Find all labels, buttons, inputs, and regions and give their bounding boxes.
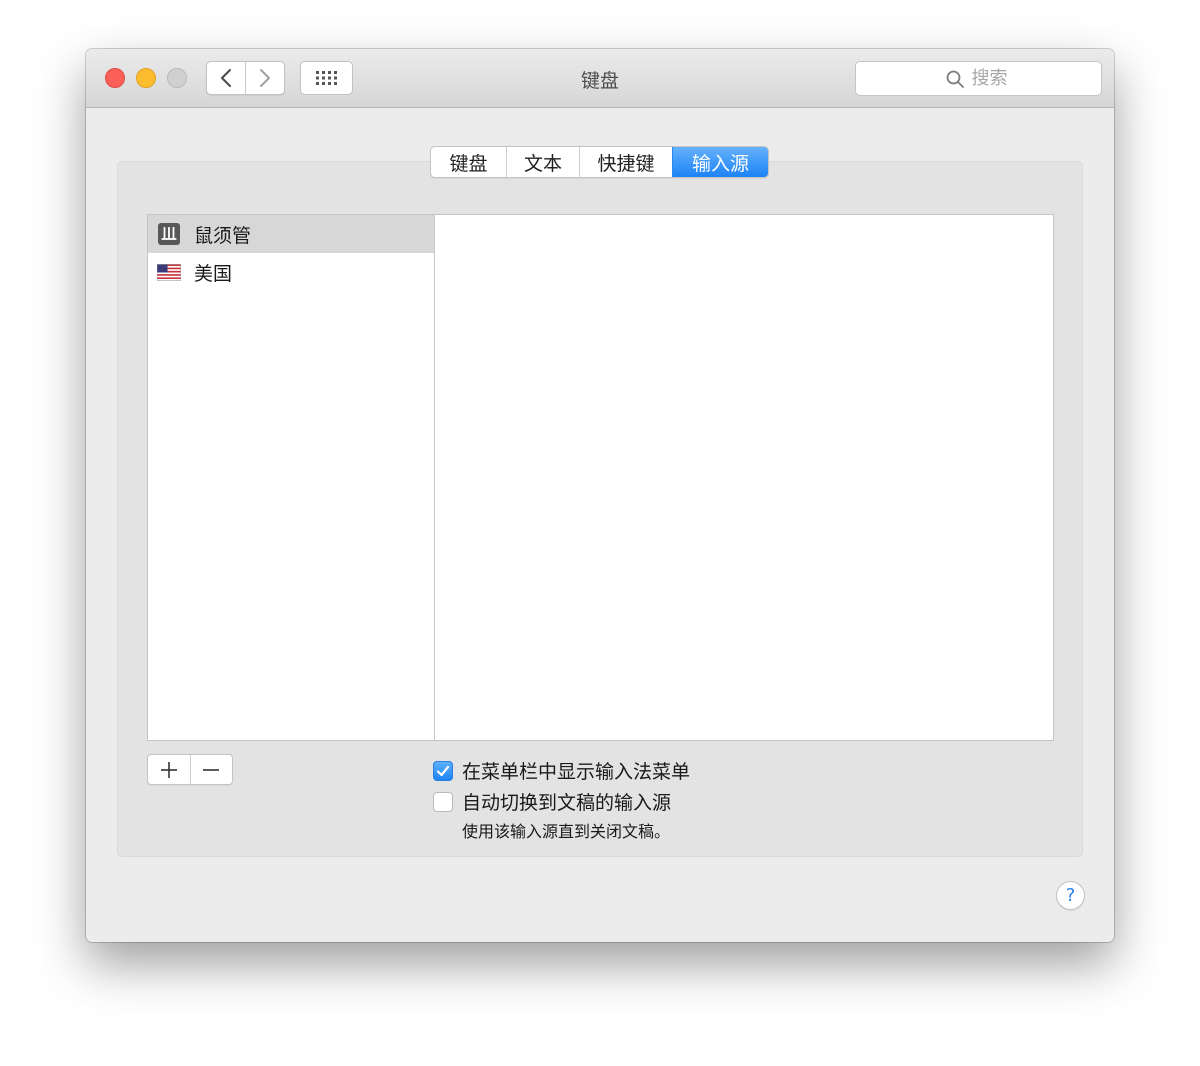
auto-switch-label: 自动切换到文稿的输入源 (462, 792, 672, 814)
list-item[interactable]: 鼠须管 (148, 215, 434, 253)
tab-keyboard[interactable]: 键盘 (431, 147, 506, 177)
show-input-menu-option[interactable]: 在菜单栏中显示输入法菜单 (433, 757, 690, 784)
remove-input-source-button[interactable] (189, 755, 233, 784)
search-input[interactable] (971, 68, 1012, 89)
minus-icon (203, 768, 220, 771)
squirrel-input-icon (157, 222, 181, 246)
input-source-list[interactable]: 鼠须管 美国 (147, 214, 435, 741)
preferences-window: 键盘 键盘 文本 快捷键 输入源 (86, 49, 1114, 942)
us-flag-icon (157, 260, 181, 284)
list-item-label: 美国 (194, 262, 233, 285)
tab-input-sources[interactable]: 输入源 (672, 147, 768, 177)
input-source-detail (434, 214, 1054, 741)
search-field[interactable] (855, 61, 1102, 96)
add-input-source-button[interactable] (148, 755, 190, 784)
auto-switch-description: 使用该输入源直到关闭文稿。 (462, 822, 671, 841)
list-item-label: 鼠须管 (194, 224, 252, 247)
plus-icon (160, 761, 177, 778)
tab-text[interactable]: 文本 (506, 147, 579, 177)
checkmark-icon (436, 765, 450, 776)
help-label: ? (1065, 885, 1076, 906)
tab-bar: 键盘 文本 快捷键 输入源 (430, 146, 769, 178)
tab-shortcuts[interactable]: 快捷键 (579, 147, 672, 177)
title-bar: 键盘 (86, 49, 1114, 108)
add-remove-control (147, 754, 233, 785)
help-button[interactable]: ? (1056, 881, 1085, 910)
show-input-menu-checkbox[interactable] (433, 760, 453, 781)
auto-switch-option[interactable]: 自动切换到文稿的输入源 (433, 788, 671, 815)
auto-switch-checkbox[interactable] (433, 791, 453, 812)
search-icon (946, 70, 964, 88)
show-input-menu-label: 在菜单栏中显示输入法菜单 (462, 761, 691, 783)
list-item[interactable]: 美国 (148, 253, 434, 291)
